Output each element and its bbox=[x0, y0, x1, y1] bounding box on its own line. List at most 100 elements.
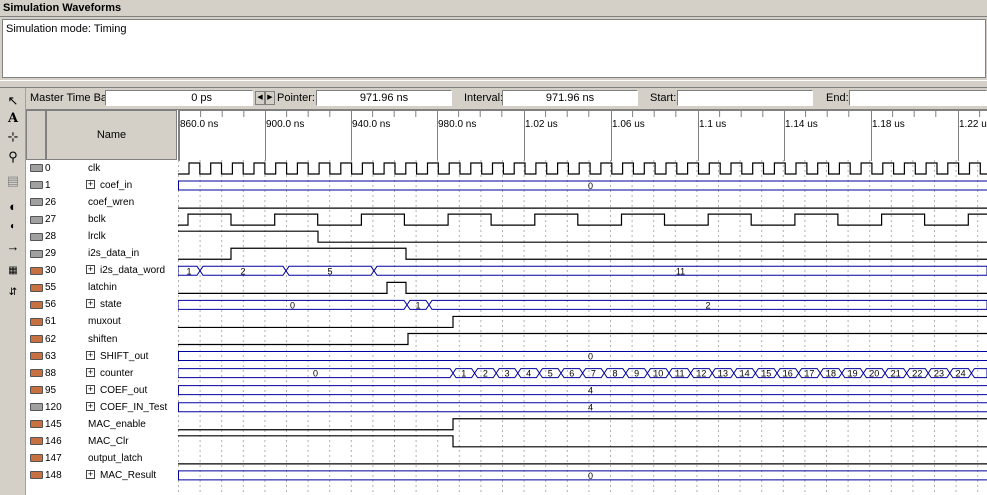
signal-index-text: 63 bbox=[45, 350, 57, 362]
expand-icon[interactable]: + bbox=[86, 180, 95, 190]
mac-clr-wave bbox=[178, 435, 987, 448]
counter-value: 23 bbox=[934, 369, 944, 379]
signal-row-output-latch[interactable]: 147 output_latch bbox=[26, 450, 178, 467]
signal-row-shift-out[interactable]: 63 + SHIFT_out bbox=[26, 348, 178, 365]
signal-name: state bbox=[100, 299, 122, 311]
signal-row-latchin[interactable]: 55 latchin bbox=[26, 279, 178, 296]
i2s_data_word-value: 5 bbox=[327, 266, 332, 276]
text-icon[interactable]: A bbox=[3, 110, 23, 128]
master-time-bar-field[interactable]: 0 ps bbox=[105, 90, 253, 106]
input-pin-icon bbox=[30, 215, 43, 224]
expand-icon[interactable]: + bbox=[86, 299, 95, 309]
interval-label: Interval: bbox=[464, 92, 504, 104]
signal-row-bclk[interactable]: 27 bclk bbox=[26, 211, 178, 228]
signal-row-clk[interactable]: 0 clk bbox=[26, 160, 178, 177]
output-pin-icon bbox=[30, 351, 43, 360]
signal-row-coef-wren[interactable]: 26 coef_wren bbox=[26, 194, 178, 211]
pointer-field[interactable]: 971.96 ns bbox=[316, 90, 452, 106]
output-pin-icon bbox=[30, 420, 43, 429]
time-bar: Master Time Bar: 0 ps ◀ ▶ Pointer: 971.9… bbox=[26, 88, 987, 110]
name-column-header[interactable]: Name bbox=[46, 110, 177, 160]
ruler-tick-label: 1.14 us bbox=[785, 119, 818, 130]
zoom-icon[interactable]: ⚲ bbox=[3, 148, 23, 166]
output-pin-icon bbox=[30, 266, 43, 275]
signal-row-muxout[interactable]: 61 muxout bbox=[26, 313, 178, 330]
signal-index: 88 bbox=[30, 367, 68, 380]
signal-name: COEF_out bbox=[100, 384, 148, 396]
expand-icon[interactable]: + bbox=[86, 401, 95, 411]
start-field[interactable] bbox=[677, 90, 813, 106]
counter-value: 11 bbox=[675, 369, 684, 379]
signal-row-i2s-data-in[interactable]: 29 i2s_data_in bbox=[26, 245, 178, 262]
signal-index-text: 61 bbox=[45, 316, 57, 328]
signal-index: 95 bbox=[30, 384, 68, 397]
coef_in-value: 0 bbox=[588, 181, 593, 191]
signal-index-text: 145 bbox=[45, 418, 62, 430]
counter-value: 1 bbox=[461, 369, 466, 379]
state-value: 0 bbox=[290, 300, 295, 310]
signal-row-coef-in[interactable]: 1 + coef_in bbox=[26, 177, 178, 194]
output-pin-icon bbox=[30, 437, 43, 446]
expand-icon[interactable]: + bbox=[86, 350, 95, 360]
ruler-tick-label: 1.06 us bbox=[612, 119, 645, 130]
ruler-tick-label: 980.0 ns bbox=[438, 119, 476, 130]
waveform-canvas[interactable]: 01 2 5 110 1 200 1 2 3 4 5 6 7 8 9 10 11 12 13 14 15 16 17 18 19… bbox=[178, 160, 987, 495]
signal-row-lrclk[interactable]: 28 lrclk bbox=[26, 228, 178, 245]
snap-icon[interactable]: ⊹ bbox=[3, 128, 23, 146]
signal-name: latchin bbox=[88, 282, 117, 294]
COEF_IN_Test-value: 4 bbox=[588, 403, 593, 413]
signal-index: 146 bbox=[30, 435, 68, 448]
signal-name: i2s_data_word bbox=[100, 265, 166, 277]
expand-icon[interactable]: + bbox=[86, 469, 95, 479]
counter-value: 21 bbox=[891, 369, 901, 379]
ruler-tick-label: 1.22 us bbox=[959, 119, 987, 130]
expand-icon[interactable]: + bbox=[86, 265, 95, 275]
counter-value: 19 bbox=[848, 369, 858, 379]
counter-value: 9 bbox=[634, 369, 639, 379]
signal-row-coef-in-test[interactable]: 120 + COEF_IN_Test bbox=[26, 399, 178, 416]
expand-icon[interactable]: + bbox=[86, 367, 95, 377]
signal-index: 148 bbox=[30, 469, 68, 482]
signal-index-text: 56 bbox=[45, 299, 57, 311]
signal-row-counter[interactable]: 88 + counter bbox=[26, 365, 178, 382]
pointer-icon[interactable]: ↖ bbox=[3, 92, 23, 110]
signal-index-text: 62 bbox=[45, 333, 57, 345]
copy-icon[interactable]: ▤ bbox=[3, 172, 23, 190]
signal-index-text: 147 bbox=[45, 452, 62, 464]
signal-index-text: 1 bbox=[45, 180, 51, 192]
next-transition-button[interactable]: ▶ bbox=[265, 91, 275, 105]
state-value: 1 bbox=[415, 300, 420, 310]
mac-enable-wave bbox=[178, 418, 987, 431]
input-pin-icon bbox=[30, 181, 43, 190]
ruler-tick-label: 1.1 us bbox=[699, 119, 726, 130]
find-icon[interactable]: ◐ bbox=[3, 198, 23, 216]
goto-icon[interactable]: → bbox=[3, 238, 23, 256]
coef_in-bus bbox=[178, 180, 987, 191]
signal-row-state[interactable]: 56 + state bbox=[26, 296, 178, 313]
signal-row-mac-clr[interactable]: 146 MAC_Clr bbox=[26, 433, 178, 450]
counter-value: 3 bbox=[504, 369, 509, 379]
signal-row-mac-enable[interactable]: 145 MAC_enable bbox=[26, 416, 178, 433]
interval-field[interactable]: 971.96 ns bbox=[502, 90, 638, 106]
signal-name: MAC_Result bbox=[100, 469, 157, 481]
signal-list: 0 clk 1 + coef_in 26 coef_wren 27 bclk 28 lrclk 29 i… bbox=[26, 160, 178, 495]
find-next-icon[interactable]: ◐ bbox=[3, 218, 23, 236]
signal-index: 26 bbox=[30, 196, 68, 209]
sort-icon[interactable]: ⇵ bbox=[3, 284, 23, 302]
signal-index: 56 bbox=[30, 298, 68, 311]
signal-row-i2s-data-word[interactable]: 30 + i2s_data_word bbox=[26, 262, 178, 279]
signal-row-shiften[interactable]: 62 shiften bbox=[26, 331, 178, 348]
prev-transition-button[interactable]: ◀ bbox=[255, 91, 265, 105]
counter-value: 20 bbox=[869, 369, 879, 379]
group-icon[interactable]: ▦ bbox=[3, 262, 23, 280]
counter-value: 2 bbox=[483, 369, 488, 379]
signal-index-text: 27 bbox=[45, 214, 57, 226]
signal-index-text: 146 bbox=[45, 435, 62, 447]
expand-icon[interactable]: + bbox=[86, 384, 95, 394]
signal-row-coef-out[interactable]: 95 + COEF_out bbox=[26, 382, 178, 399]
sim-info-panel: Simulation mode: Timing bbox=[2, 19, 986, 78]
counter-value: 15 bbox=[761, 369, 771, 379]
splitter[interactable] bbox=[0, 80, 987, 88]
end-field[interactable] bbox=[849, 90, 987, 106]
signal-row-mac-result[interactable]: 148 + MAC_Result bbox=[26, 467, 178, 484]
